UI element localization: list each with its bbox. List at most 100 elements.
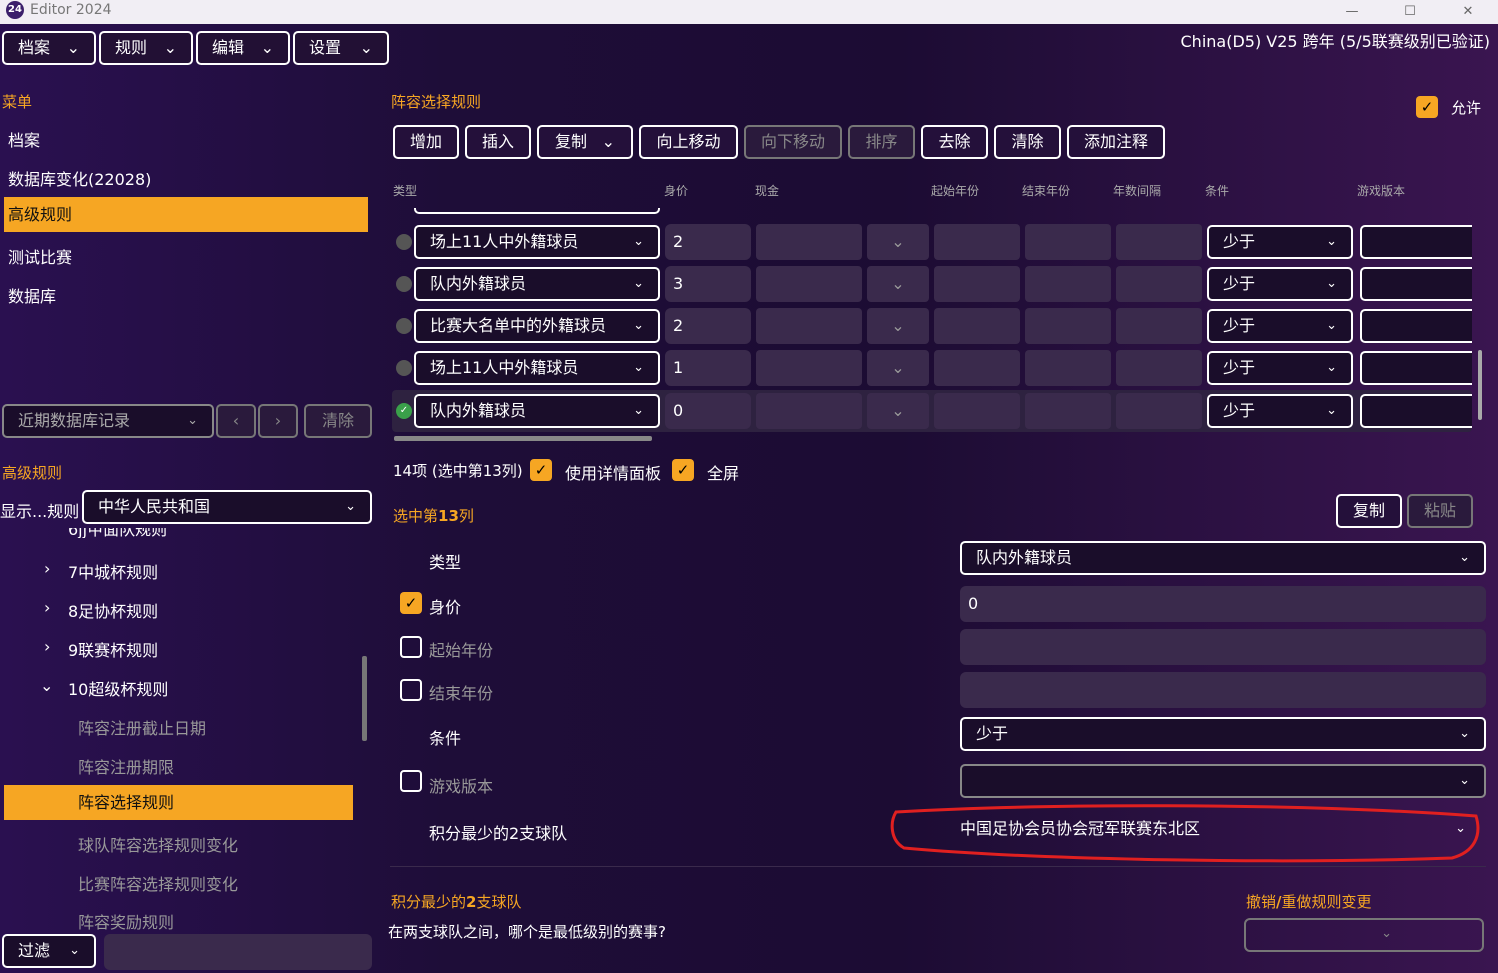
sidebar-item-db-changes[interactable]: 数据库变化(22028) [8, 166, 151, 190]
row-type-select[interactable]: 场上11人中外籍球员 ⌄ [414, 351, 660, 385]
tree-subitem-selected[interactable]: 阵容选择规则 [4, 785, 353, 820]
add-button[interactable]: 增加 [393, 125, 459, 159]
tree-subitem[interactable]: 比赛阵容选择规则变化 [78, 871, 238, 895]
move-up-button[interactable]: 向上移动 [639, 125, 738, 159]
col-end-year[interactable]: 结束年份 [1022, 182, 1070, 199]
fullscreen-checkbox[interactable]: ✓ [672, 459, 694, 481]
row-value[interactable]: 1 [665, 350, 751, 386]
tree-item-6[interactable]: 6jj甲面队规则 [68, 528, 167, 538]
chevron-right-icon[interactable]: › [44, 559, 50, 578]
row-cash[interactable] [756, 308, 862, 344]
filter-select[interactable]: 过滤 ⌄ [2, 934, 96, 968]
row-cond-select[interactable]: 少于 ⌄ [1207, 351, 1353, 385]
chevron-down-icon[interactable]: ⌄ [867, 350, 929, 386]
detail-value-input[interactable]: 0 [960, 586, 1486, 622]
row-cond-select[interactable]: 少于 ⌄ [1207, 225, 1353, 259]
sidebar-item-file[interactable]: 档案 [8, 127, 40, 151]
maximize-button[interactable]: ☐ [1390, 0, 1430, 24]
insert-button[interactable]: 插入 [465, 125, 531, 159]
row-value[interactable]: 2 [665, 308, 751, 344]
menu-edit[interactable]: 编辑 ⌄ [196, 31, 290, 65]
row-end-year[interactable] [1025, 308, 1111, 344]
tree-item-10[interactable]: 10超级杯规则 [68, 676, 168, 700]
row-cond-select[interactable]: 少于 ⌄ [1207, 309, 1353, 343]
detail-type-select[interactable]: 队内外籍球员 ⌄ [960, 541, 1486, 575]
sidebar-item-database[interactable]: 数据库 [8, 283, 56, 307]
sidebar-scrollbar[interactable] [362, 656, 367, 741]
table-vscrollbar[interactable] [1478, 350, 1482, 420]
clear-button[interactable]: 清除 [994, 125, 1061, 159]
table-row[interactable]: 场上11人中外籍球员 ⌄ 2 ⌄ 少于 ⌄ [390, 224, 1472, 260]
undo-redo-select[interactable]: ⌄ [1244, 918, 1484, 952]
tree-subitem[interactable]: 阵容注册期限 [78, 754, 174, 778]
row-check-icon[interactable] [396, 360, 412, 376]
paste-detail-button[interactable]: 粘贴 [1407, 494, 1473, 528]
detail-start-year-input[interactable] [960, 629, 1486, 665]
detail-version-select[interactable]: ⌄ [960, 764, 1486, 798]
row-check-icon[interactable] [396, 318, 412, 334]
detail-panel-checkbox[interactable]: ✓ [530, 459, 552, 481]
table-row[interactable]: 比赛大名单中的外籍球员 ⌄ 2 ⌄ 少于 ⌄ [390, 308, 1472, 344]
table-row[interactable]: 场上11人中外籍球员 ⌄ 1 ⌄ 少于 ⌄ [390, 350, 1472, 386]
col-condition[interactable]: 条件 [1205, 182, 1229, 199]
start-year-checkbox[interactable] [400, 636, 422, 658]
row-start-year[interactable] [934, 393, 1020, 429]
tree-subitem[interactable]: 阵容注册截止日期 [78, 715, 206, 739]
tree-subitem[interactable]: 球队阵容选择规则变化 [78, 832, 238, 856]
next-button[interactable]: › [258, 404, 298, 438]
row-type-select[interactable]: 比赛大名单中的外籍球员 ⌄ [414, 309, 660, 343]
row-check-icon[interactable] [396, 276, 412, 292]
prev-button[interactable]: ‹ [216, 404, 256, 438]
value-checkbox[interactable]: ✓ [400, 592, 422, 614]
chevron-down-icon[interactable]: ⌄ [867, 266, 929, 302]
row-type-select[interactable]: 队内外籍球员 ⌄ [414, 267, 660, 301]
sidebar-item-advanced-rules[interactable]: 高级规则 [4, 197, 368, 232]
tree-item-7[interactable]: 7中城杯规则 [68, 559, 158, 583]
menu-rules[interactable]: 规则 ⌄ [99, 31, 193, 65]
row-version-select[interactable] [1360, 351, 1472, 385]
table-hscrollbar[interactable] [394, 436, 652, 441]
close-button[interactable]: ✕ [1448, 0, 1488, 24]
row-year-interval[interactable] [1116, 266, 1202, 302]
allow-checkbox[interactable]: ✓ [1416, 96, 1438, 118]
row-version-select[interactable] [1360, 225, 1472, 259]
row-cash[interactable] [756, 393, 862, 429]
copy-row-button[interactable]: 复制 ⌄ [537, 125, 633, 159]
sort-button[interactable]: 排序 [848, 125, 915, 159]
col-value[interactable]: 身价 [664, 182, 688, 199]
chevron-right-icon[interactable]: › [44, 637, 50, 656]
tree-subitem[interactable]: 阵容奖励规则 [78, 909, 174, 933]
row-year-interval[interactable] [1116, 393, 1202, 429]
row-end-year[interactable] [1025, 266, 1111, 302]
sidebar-item-test-match[interactable]: 测试比赛 [8, 244, 72, 268]
row-cond-select[interactable]: 少于 ⌄ [1207, 394, 1353, 428]
chevron-right-icon[interactable]: › [44, 598, 50, 617]
recent-clear-button[interactable]: 清除 [304, 404, 372, 438]
move-down-button[interactable]: 向下移动 [744, 125, 842, 159]
row-cash[interactable] [756, 224, 862, 260]
minimize-button[interactable]: — [1332, 0, 1372, 24]
check-circle-icon[interactable]: ✓ [396, 403, 412, 419]
table-row-selected[interactable]: ✓ 队内外籍球员 ⌄ 0 ⌄ 少于 ⌄ [392, 390, 1472, 432]
row-cash[interactable] [756, 350, 862, 386]
version-checkbox[interactable] [400, 770, 422, 792]
country-select[interactable]: 中华人民共和国 ⌄ [82, 490, 372, 524]
row-version-select[interactable] [1360, 267, 1472, 301]
row-end-year[interactable] [1025, 393, 1111, 429]
menu-settings[interactable]: 设置 ⌄ [293, 31, 389, 65]
col-year-interval[interactable]: 年数间隔 [1113, 182, 1161, 199]
detail-cond-select[interactable]: 少于 ⌄ [960, 717, 1486, 751]
row-version-select[interactable] [1360, 394, 1472, 428]
row-value[interactable]: 0 [665, 393, 751, 429]
row-type-select[interactable]: 场上11人中外籍球员 ⌄ [414, 225, 660, 259]
col-cash[interactable]: 现金 [755, 182, 779, 199]
table-row[interactable]: 队内外籍球员 ⌄ 3 ⌄ 少于 ⌄ [390, 266, 1472, 302]
row-type-select[interactable]: 队内外籍球员 ⌄ [414, 394, 660, 428]
tree-item-9[interactable]: 9联赛杯规则 [68, 637, 158, 661]
add-comment-button[interactable]: 添加注释 [1067, 125, 1165, 159]
row-value[interactable]: 3 [665, 266, 751, 302]
chevron-down-icon[interactable]: ⌄ [867, 308, 929, 344]
col-start-year[interactable]: 起始年份 [931, 182, 979, 199]
row-year-interval[interactable] [1116, 224, 1202, 260]
remove-button[interactable]: 去除 [921, 125, 988, 159]
